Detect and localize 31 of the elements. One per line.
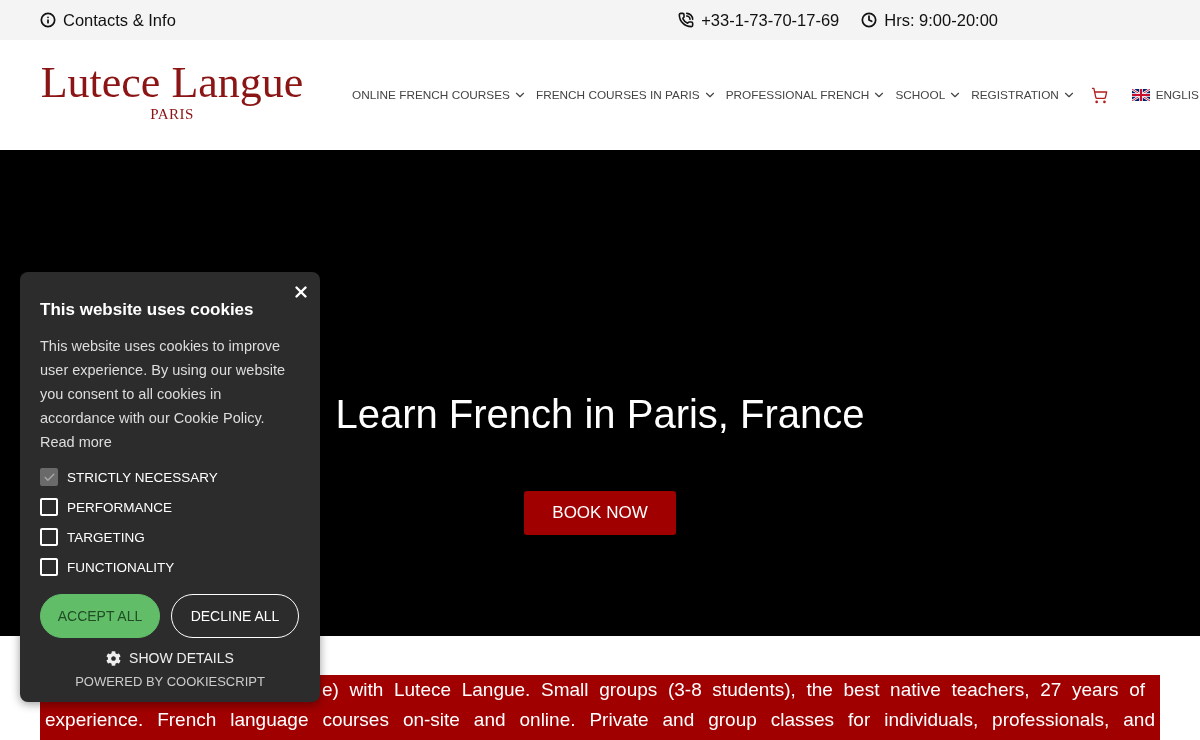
- flag-icon: [1131, 89, 1150, 101]
- nav-item[interactable]: REGISTRATION: [971, 88, 1076, 102]
- cookie-title: This website uses cookies: [40, 299, 255, 321]
- opening-hours: Hrs: 9:00-20:00: [884, 10, 998, 30]
- checkbox-label: STRICTLY NECESSARY: [67, 469, 218, 485]
- book-now-button[interactable]: BOOK NOW: [524, 491, 676, 535]
- contacts-link[interactable]: Contacts & Info: [40, 10, 176, 30]
- phone-number: +33-1-73-70-17-69: [701, 10, 840, 30]
- intro-text: e) with Lutece Langue. Small groups (3-8 students), the best native teachers, 27 years of: [322, 679, 1145, 700]
- nav-item[interactable]: FRENCH COURSES IN PARIS: [535, 88, 717, 102]
- info-icon: [40, 12, 56, 28]
- logo-city: PARIS: [150, 106, 194, 122]
- checkbox-label: FUNCTIONALITY: [67, 559, 175, 575]
- read-more-link[interactable]: Read more: [40, 434, 112, 450]
- show-details-button[interactable]: SHOW DETAILS: [106, 650, 234, 666]
- language-selector[interactable]: ENGLIS: [1131, 88, 1200, 102]
- checkbox-label: PERFORMANCE: [67, 499, 172, 515]
- nav-item[interactable]: SCHOOL: [895, 88, 963, 102]
- nav-item[interactable]: PROFESSIONAL FRENCH: [725, 88, 887, 102]
- powered-by-text: POWERED BY COOKIESCRIPT: [74, 674, 266, 690]
- clock-icon: [861, 12, 878, 28]
- accept-all-button[interactable]: ACCEPT ALL: [40, 594, 160, 638]
- hero-title: Learn French in Paris, France: [335, 391, 865, 438]
- intro-text: experience. French language courses on-site and online. Private and group classes for individuals, professionals, and: [45, 709, 1155, 730]
- phone-icon: [678, 12, 695, 28]
- cookie-text: This website uses cookies to improve user experience. By using our website you consent to all cookies in accordance with our Cookie Policy. Read more: [40, 337, 287, 452]
- close-icon[interactable]: [292, 283, 310, 301]
- checkbox-label: TARGETING: [67, 529, 145, 545]
- cart-icon[interactable]: [1090, 86, 1108, 104]
- nav-item[interactable]: ONLINE FRENCH COURSES: [352, 88, 527, 102]
- gear-icon: [106, 650, 122, 666]
